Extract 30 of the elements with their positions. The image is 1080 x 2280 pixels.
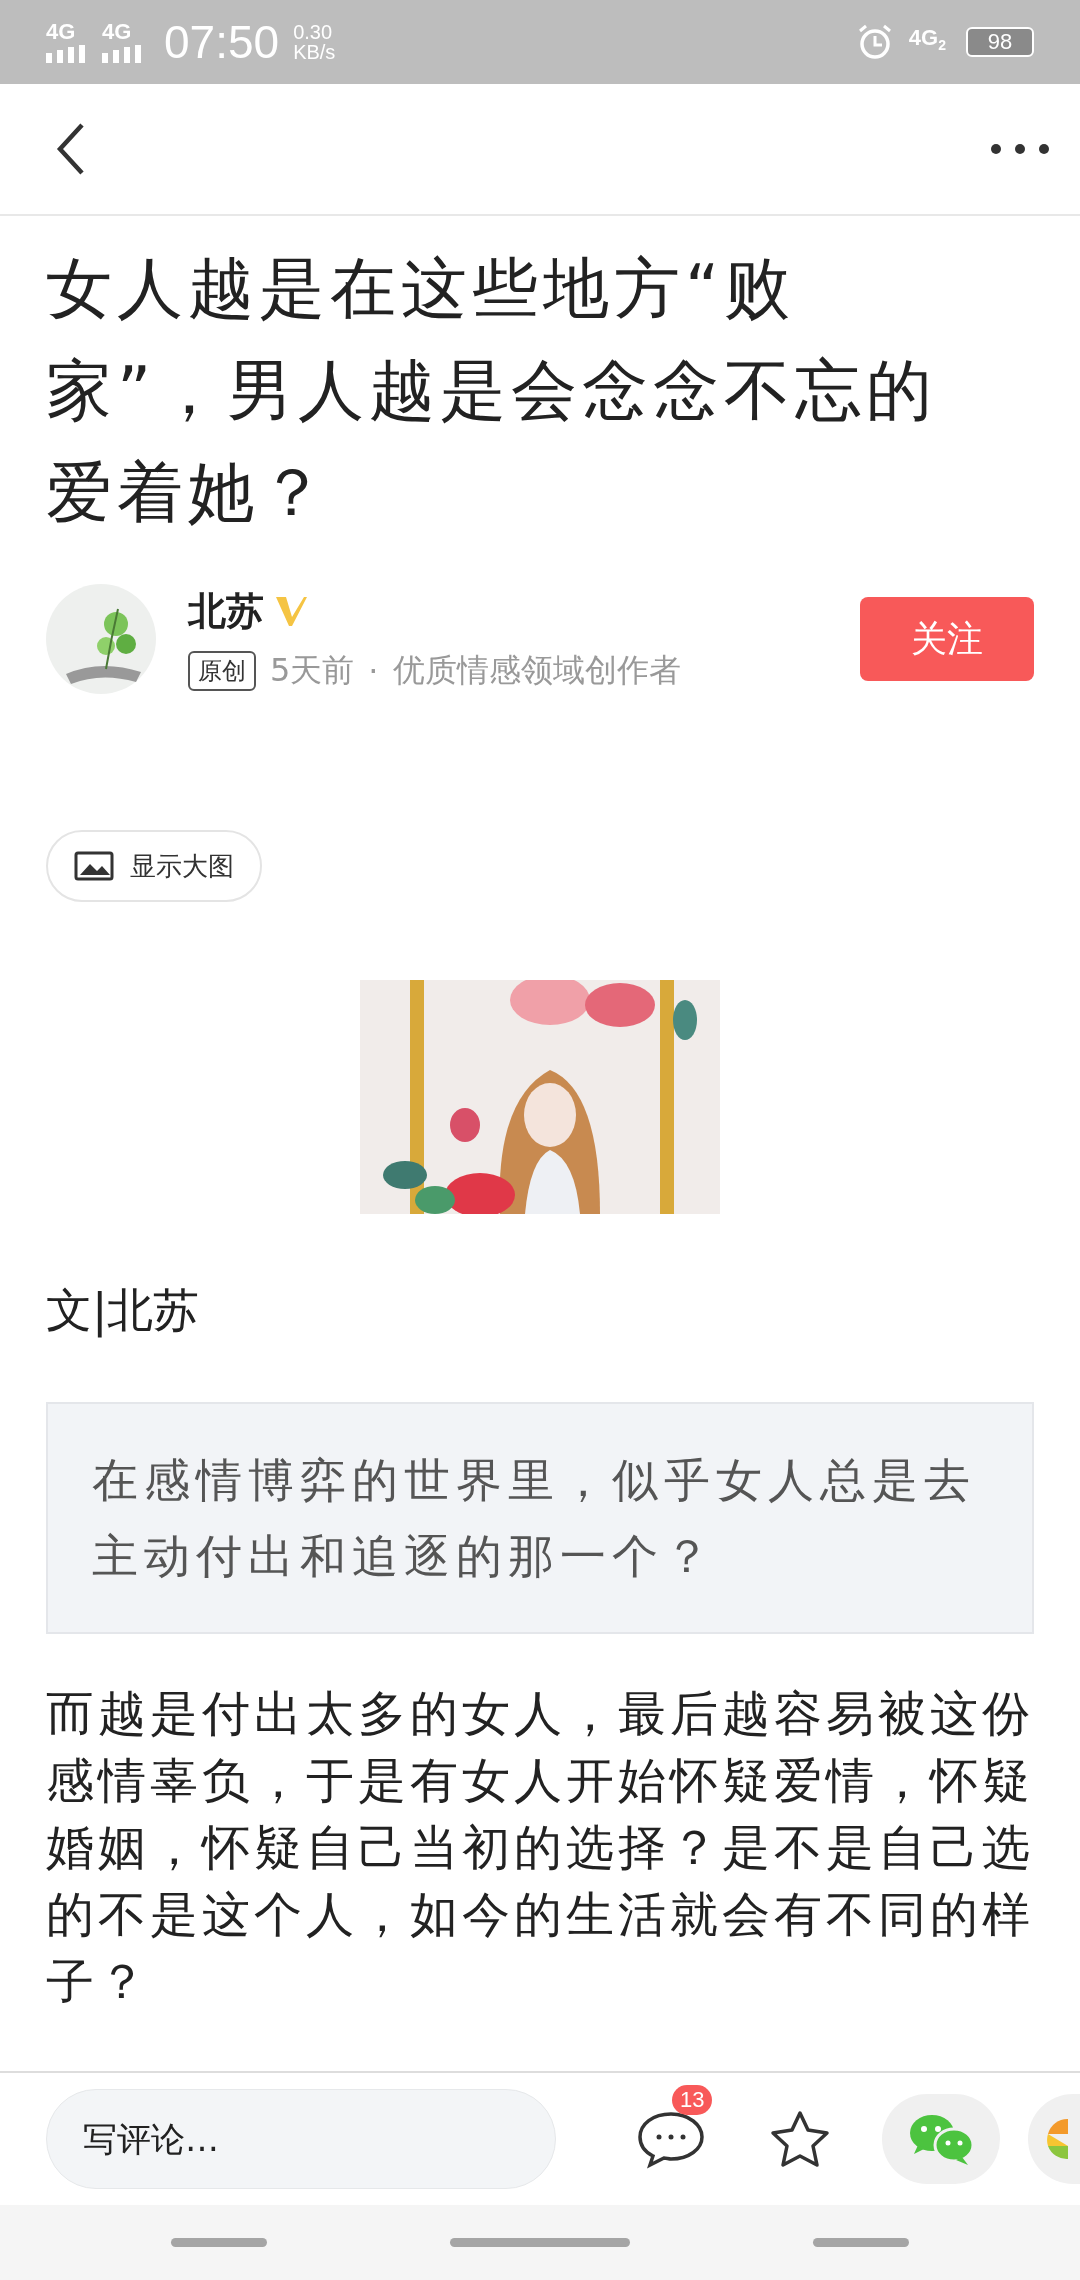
network-label: 4G$_{2}$ — [908, 27, 946, 56]
comment-field[interactable]: 写评论… — [46, 2089, 556, 2189]
byline: 文|北苏 — [46, 1282, 201, 1340]
speed-value: 0.30 — [293, 22, 334, 42]
comment-count-badge: 13 — [672, 2085, 713, 2115]
author-description: 优质情感领域创作者 — [392, 649, 681, 691]
avatar-icon[interactable] — [46, 584, 156, 694]
speed-unit: KB/s — [293, 42, 336, 62]
quote-text: 在感情博弈的世界里，似乎女人总是去主动付出和追逐的那一个？ — [92, 1452, 977, 1585]
star-icon[interactable] — [768, 2109, 832, 2169]
show-image-button[interactable]: 显示大图 — [46, 830, 262, 902]
back-icon[interactable] — [56, 122, 86, 176]
post-time: 5天前 — [270, 649, 355, 691]
battery-indicator: 98 — [966, 27, 1034, 57]
separator: · — [368, 651, 379, 690]
network-label: 4G — [102, 21, 132, 43]
network-label: 4G — [46, 21, 76, 43]
signal-icon — [102, 45, 144, 63]
author-name[interactable]: 北苏 — [188, 585, 264, 637]
original-tag: 原创 — [188, 650, 256, 691]
menu-key[interactable] — [171, 2238, 268, 2247]
comment-icon[interactable] — [636, 2109, 706, 2169]
clock: 07:50 — [164, 15, 280, 69]
more-icon[interactable] — [990, 143, 1050, 155]
back-key[interactable] — [812, 2238, 909, 2247]
article-paragraph: 而越是付出太多的女人，最后越容易被这份感情辜负，于是有女人开始怀疑爱情，怀疑婚姻，怀疑自己当初的选择？是不是自己选的不是这个人，如今的生活就会有不同的样子？ — [46, 1684, 1034, 2011]
signal-icon — [46, 45, 88, 63]
image-icon — [74, 851, 114, 881]
article-title: 女人越是在这些地方“败家”，男人越是会念念不忘的爱着她？ — [46, 249, 939, 533]
alarm-icon — [856, 24, 893, 60]
